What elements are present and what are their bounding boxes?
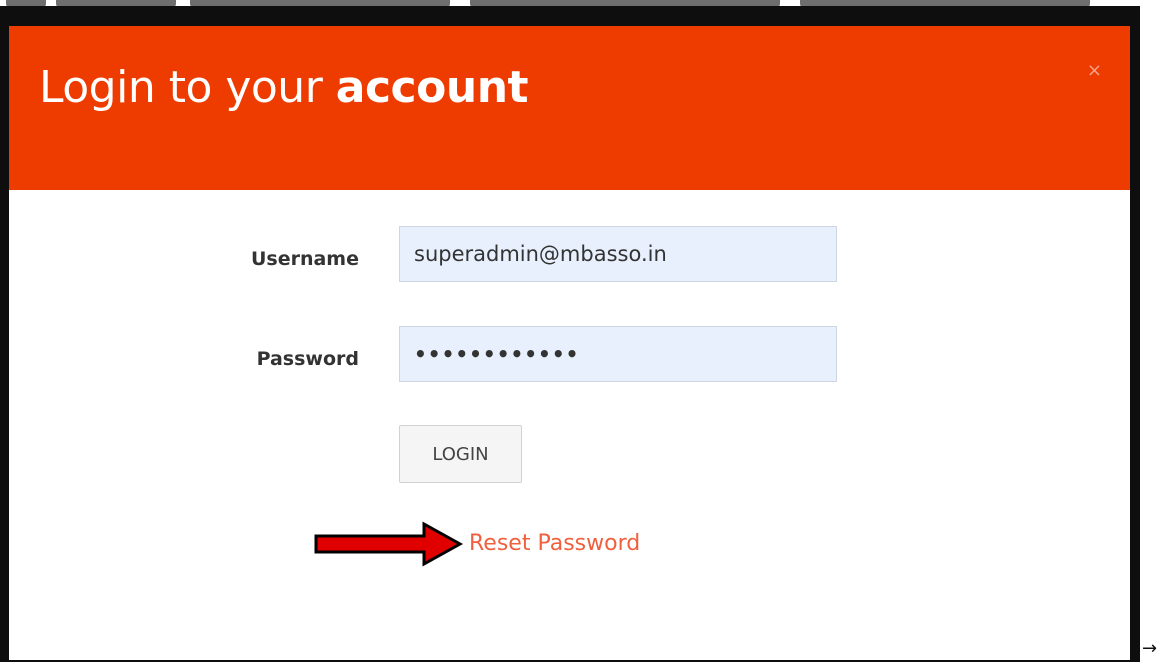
screenshot-frame: Login to your account × Username Passwor…: [0, 6, 1140, 662]
password-field[interactable]: [399, 326, 837, 382]
red-arrow-icon: [314, 521, 464, 567]
right-arrow-symbol: →: [1142, 638, 1158, 659]
username-label: Username: [250, 248, 359, 270]
modal-title-bold: account: [335, 62, 529, 113]
reset-password-link[interactable]: Reset Password: [469, 531, 640, 556]
password-label: Password: [256, 348, 359, 370]
close-icon[interactable]: ×: [1087, 62, 1102, 80]
username-field[interactable]: [399, 226, 837, 282]
login-modal: Login to your account × Username Passwor…: [9, 26, 1130, 660]
login-button[interactable]: LOGIN: [399, 425, 522, 483]
modal-title: Login to your account: [39, 62, 529, 113]
modal-header: Login to your account ×: [9, 26, 1130, 190]
modal-title-prefix: Login to your: [39, 62, 336, 113]
